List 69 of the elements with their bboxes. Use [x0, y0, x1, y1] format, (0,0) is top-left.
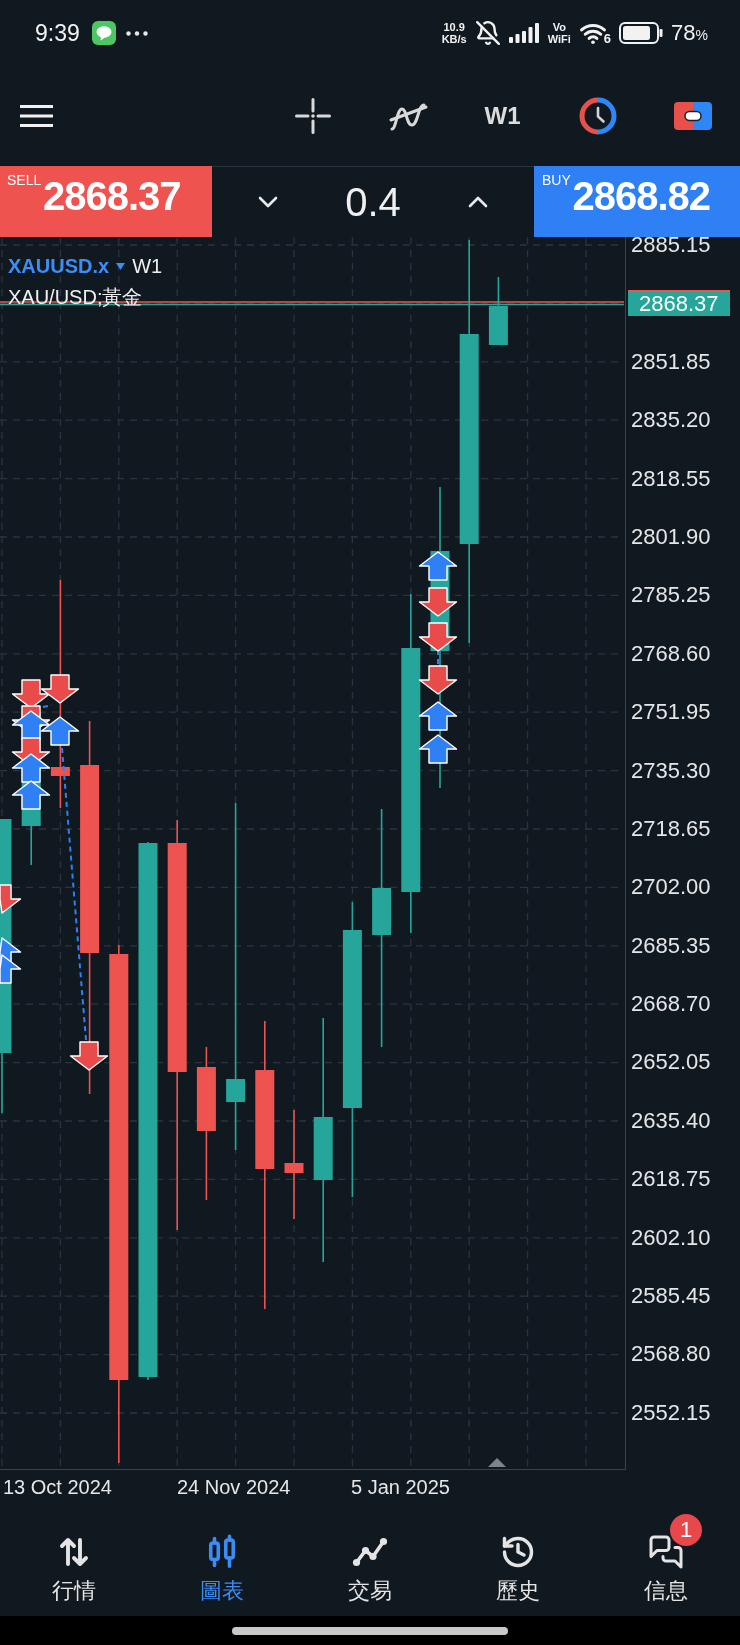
candle: [488, 276, 508, 346]
nav-tab[interactable]: 圖表: [188, 1504, 256, 1616]
chart-timeframe: W1: [132, 254, 163, 279]
chat-app-icon: [91, 21, 116, 45]
up-arrow-icon: [418, 701, 458, 731]
price-axis-label: 2851.85: [631, 349, 711, 374]
price-axis-label: 2768.60: [631, 641, 711, 666]
chevron-up-icon[interactable]: [468, 196, 488, 208]
price-axis-label: 2801.90: [631, 524, 711, 549]
nav-tab[interactable]: 歷史: [484, 1504, 552, 1616]
price-axis-label: 2652.05: [631, 1050, 711, 1075]
up-arrow-icon: [418, 734, 458, 764]
down-arrow-icon: [418, 622, 458, 652]
price-axis-label: 2685.35: [631, 933, 711, 958]
notification-badge: 1: [670, 1514, 702, 1546]
vowifi-text: WiFi: [547, 33, 571, 45]
menu-icon[interactable]: [20, 105, 53, 127]
history-icon: [500, 1534, 536, 1570]
chevron-down-icon[interactable]: [258, 196, 278, 208]
scroll-marker-icon: [488, 1458, 506, 1467]
price-axis-label: 2735.30: [631, 758, 711, 783]
price-axis-label: 2568.80: [631, 1342, 711, 1367]
price-axis-label: 2818.55: [631, 466, 711, 491]
price-axis-label: 2835.20: [631, 408, 711, 433]
network-speed-unit: KB/s: [441, 33, 467, 45]
down-arrow-icon: [40, 674, 80, 704]
toggle-icon[interactable]: [673, 102, 712, 130]
nav-tab[interactable]: 行情: [40, 1504, 108, 1616]
price-axis-label: 2635.40: [631, 1108, 711, 1133]
down-arrow-icon: [0, 884, 22, 914]
price-axis-label: 2785.25: [631, 583, 711, 608]
nav-tab[interactable]: 交易: [336, 1504, 404, 1616]
price-axis-label: 2668.70: [631, 992, 711, 1017]
dropdown-triangle-icon: [116, 263, 126, 270]
up-arrow-icon: [40, 716, 80, 746]
down-arrow-icon: [418, 665, 458, 695]
price-axis-label: 2702.00: [631, 875, 711, 900]
price-axis-label: 2602.10: [631, 1225, 711, 1250]
down-arrow-icon: [418, 587, 458, 617]
battery-icon: [619, 22, 664, 44]
date-axis-label: 5 Jan 2025: [351, 1475, 450, 1499]
price-axis-label: 2718.65: [631, 816, 711, 841]
current-price-tag: 2868.37: [628, 290, 730, 317]
up-arrow-icon: [11, 780, 51, 810]
clock-icon[interactable]: [578, 97, 617, 135]
home-indicator[interactable]: [232, 1626, 508, 1635]
muted-bell-icon: [474, 20, 501, 46]
signal-icon: [508, 23, 540, 43]
vowifi-text: Vo: [552, 21, 566, 33]
network-speed: 10.9: [443, 21, 465, 33]
up-arrow-icon: [418, 551, 458, 581]
battery-percent: 78%: [671, 20, 708, 46]
symbol-name: XAUUSD.x: [8, 255, 110, 278]
more-dots-icon: [125, 30, 148, 36]
timeframe-button[interactable]: W1: [478, 98, 527, 134]
price-axis-label: 2618.75: [631, 1167, 711, 1192]
lot-size-value: 0.4: [345, 179, 401, 225]
date-axis-label: 24 Nov 2024: [177, 1475, 291, 1499]
price-axis-label: 2552.15: [631, 1400, 711, 1425]
down-arrow-icon: [69, 1041, 109, 1071]
nav-tab[interactable]: 1 信息: [632, 1504, 700, 1616]
price-axis-label: 2751.95: [631, 700, 711, 725]
price-axis-label: 2585.45: [631, 1284, 711, 1309]
crosshair-icon[interactable]: [294, 98, 331, 134]
wifi-generation: 6: [603, 32, 612, 45]
up-arrow-icon: [11, 753, 51, 783]
date-axis-label: 13 Oct 2024: [3, 1475, 112, 1499]
clock-time: 9:39: [35, 19, 80, 47]
up-arrow-icon: [0, 954, 22, 984]
